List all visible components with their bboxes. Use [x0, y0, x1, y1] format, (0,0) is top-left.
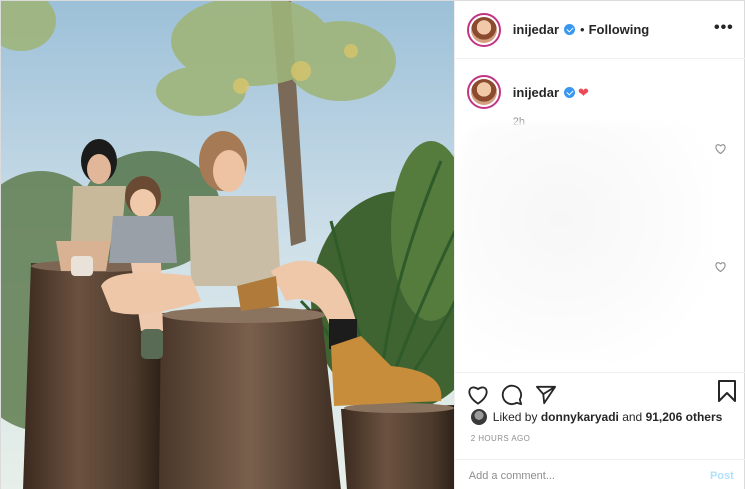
liker-username[interactable]: donnykaryadi [541, 410, 619, 424]
action-icons [467, 379, 569, 411]
likes-and: and [622, 410, 643, 424]
comment-bubble-icon[interactable] [501, 379, 535, 411]
caption-username[interactable]: inijedar [513, 85, 559, 100]
share-paper-plane-icon[interactable] [535, 379, 569, 411]
more-options-icon[interactable]: ••• [714, 19, 734, 37]
post-comment-button[interactable]: Post [710, 470, 734, 482]
post-sidebar: inijedar • Following ••• inijedar ❤ 2h L… [453, 1, 745, 489]
blurred-comments [460, 123, 711, 363]
like-heart-icon[interactable] [467, 379, 501, 411]
likes-summary: Liked by donnykaryadi and 91,206 others [470, 409, 723, 425]
avatar-image [470, 79, 497, 105]
comment-like-icon[interactable] [715, 261, 726, 275]
author-avatar[interactable] [466, 12, 501, 47]
post-header: inijedar • Following ••• [454, 1, 745, 59]
liker-avatar[interactable] [470, 409, 487, 425]
photo-image [1, 1, 454, 489]
likes-prefix: Liked by [492, 410, 538, 424]
comment-input[interactable]: Add a comment... [469, 470, 710, 482]
comment-like-icon[interactable] [715, 143, 726, 157]
post-photo[interactable] [1, 1, 454, 489]
verified-badge-icon [564, 24, 576, 35]
avatar-image [470, 16, 497, 43]
save-bookmark-icon[interactable] [716, 379, 738, 408]
add-comment-bar: Add a comment... Post [454, 459, 745, 489]
caption-avatar[interactable] [466, 75, 501, 109]
separator-dot: • [580, 22, 585, 37]
instagram-post-modal: inijedar • Following ••• inijedar ❤ 2h L… [0, 0, 745, 489]
verified-badge-icon [564, 87, 576, 98]
action-bar: Liked by donnykaryadi and 91,206 others … [454, 372, 745, 489]
caption-row: inijedar ❤ 2h [466, 75, 734, 128]
post-timestamp[interactable]: 2 HOURS AGO [471, 434, 531, 443]
red-heart-emoji: ❤ [578, 85, 589, 100]
author-username[interactable]: inijedar [513, 22, 559, 37]
caption-body: inijedar ❤ 2h [513, 84, 589, 128]
comments-section[interactable]: inijedar ❤ 2h [455, 59, 745, 372]
likes-count[interactable]: 91,206 others [646, 410, 723, 424]
following-button[interactable]: Following [589, 22, 650, 37]
